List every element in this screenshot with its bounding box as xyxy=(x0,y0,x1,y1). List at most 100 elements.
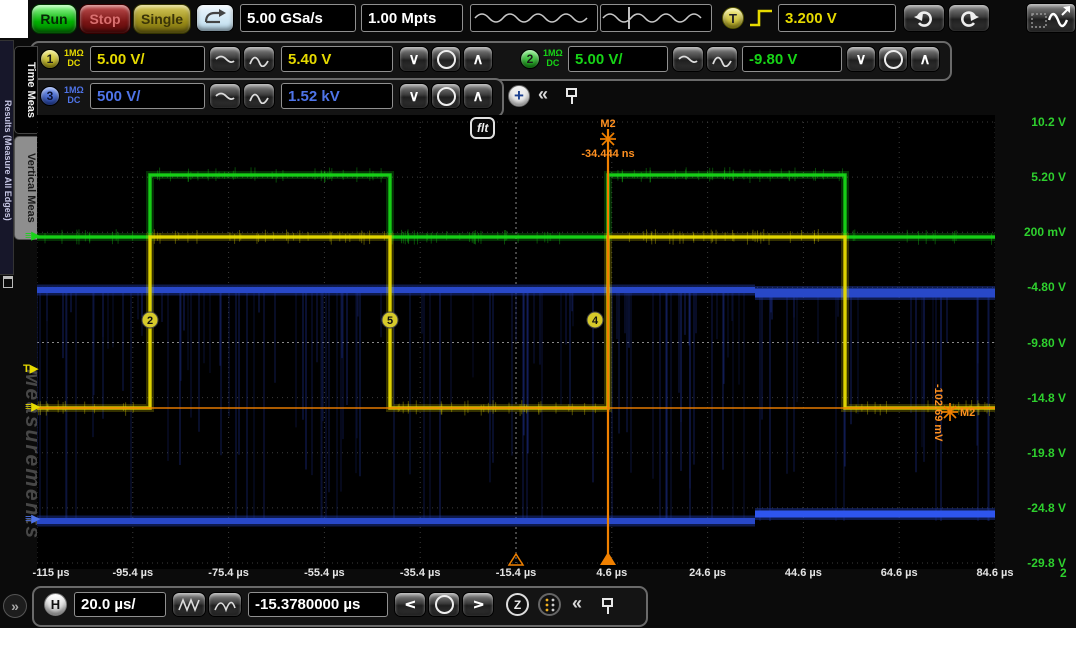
trigger-source-badge[interactable]: T xyxy=(722,7,744,29)
marker-position-triangle xyxy=(600,552,616,565)
channel-3-offset-knob-button[interactable] xyxy=(431,83,461,109)
channel-3-fine-scale-down-button[interactable] xyxy=(209,83,241,109)
edge-number-label: 4 xyxy=(592,315,599,327)
channel-2-offset-up-button[interactable]: ∧ xyxy=(910,46,940,72)
channel-1-fine-scale-up-button[interactable] xyxy=(243,46,275,72)
y-axis-label: -24.8 V xyxy=(1000,501,1066,515)
axis-channel-indicator: 2 xyxy=(1060,566,1067,580)
x-axis-label: -35.4 µs xyxy=(387,567,453,579)
filter-badge[interactable]: flt xyxy=(470,117,495,139)
pin-panel-button[interactable] xyxy=(566,88,577,97)
expand-sidebar-button[interactable]: » xyxy=(3,594,27,618)
acquisition-preview-left[interactable] xyxy=(470,4,598,32)
coupling-label: DC xyxy=(67,58,80,68)
results-strip[interactable]: Results (Measure All Edges) xyxy=(0,40,14,275)
trigger-letter: T xyxy=(23,363,30,375)
x-axis-label: 84.6 µs xyxy=(962,567,1028,579)
y-axis-label: -19.8 V xyxy=(1000,446,1066,460)
add-channel-button[interactable]: + xyxy=(508,85,530,107)
impedance-label: 1MΩ xyxy=(64,85,84,95)
x-axis-label: 44.6 µs xyxy=(770,567,836,579)
x-axis-label: -95.4 µs xyxy=(100,567,166,579)
waveform-preview-icon xyxy=(471,5,597,31)
tab-time-meas[interactable]: Time Meas xyxy=(14,46,38,134)
chevron-up-icon: ∧ xyxy=(920,52,931,67)
channel-2-badge[interactable]: 2 xyxy=(520,49,540,69)
dotted-columns-icon xyxy=(544,598,556,612)
delay-knob-button[interactable] xyxy=(428,592,460,617)
chevron-right-icon: ∨ xyxy=(470,599,485,610)
delay-right-button[interactable]: ∨ xyxy=(462,592,494,617)
channel-2-offset-down-button[interactable]: ∨ xyxy=(846,46,876,72)
stop-button[interactable]: Stop xyxy=(79,4,131,34)
y-axis-label: -14.8 V xyxy=(1000,391,1066,405)
zone-waveform-icon xyxy=(1029,5,1073,31)
impedance-label: 1MΩ xyxy=(543,48,563,58)
channel-3-offset-up-button[interactable]: ∧ xyxy=(463,83,493,109)
pin-hpanel-button[interactable] xyxy=(602,598,613,607)
channel-1-ground-marker[interactable]: ≡▶ xyxy=(25,400,40,413)
marker-label: M2 xyxy=(600,118,615,130)
channel-1-scale[interactable]: 5.00 V/ xyxy=(90,46,205,72)
chevron-up-icon: ∧ xyxy=(473,89,484,104)
navigate-button[interactable] xyxy=(538,593,561,616)
redo-button[interactable] xyxy=(948,4,990,32)
x-axis-label: 64.6 µs xyxy=(866,567,932,579)
channel-1-fine-scale-down-button[interactable] xyxy=(209,46,241,72)
channel-3-offset[interactable]: 1.52 kV xyxy=(281,83,393,109)
rising-edge-icon[interactable] xyxy=(748,7,774,34)
channel-3-fine-scale-up-button[interactable] xyxy=(243,83,275,109)
zoom-mode-button[interactable]: Z xyxy=(506,593,529,616)
channel-3-ground-marker[interactable]: ≡▶ xyxy=(25,512,40,525)
waveform-preview-icon xyxy=(601,5,711,31)
knob-circle-icon xyxy=(884,50,903,69)
sample-rate-display: 5.00 GSa/s xyxy=(240,4,356,32)
trigger-level-marker[interactable]: T▶ xyxy=(23,362,38,375)
channel-2-fine-scale-up-button[interactable] xyxy=(706,46,738,72)
undo-button[interactable] xyxy=(903,4,945,32)
channel-2-coupling[interactable]: 1MΩ DC xyxy=(543,48,563,68)
channel-1-badge[interactable]: 1 xyxy=(40,49,60,69)
collapse-panel-button[interactable]: « xyxy=(538,84,548,105)
channel-2-offset-knob-button[interactable] xyxy=(878,46,908,72)
channel-3-badge[interactable]: 3 xyxy=(40,86,60,106)
channel-3-offset-down-button[interactable]: ∨ xyxy=(399,83,429,109)
results-window-icon xyxy=(3,276,13,288)
channel-1-coupling[interactable]: 1MΩ DC xyxy=(64,48,84,68)
channel-1-offset-knob-button[interactable] xyxy=(431,46,461,72)
edge-number-label: 5 xyxy=(387,315,393,327)
channel-2-fine-scale-down-button[interactable] xyxy=(672,46,704,72)
channel-1-offset[interactable]: 5.40 V xyxy=(281,46,393,72)
channel-1-offset-down-button[interactable]: ∨ xyxy=(399,46,429,72)
waveform-graticule[interactable]: M2-34.444 nsM2-102.69 mV254 xyxy=(37,115,995,569)
channel-3-coupling[interactable]: 1MΩ DC xyxy=(64,85,84,105)
acquisition-preview-right[interactable] xyxy=(600,4,712,32)
channel-2-ground-marker[interactable]: ≡▶ xyxy=(25,229,40,242)
y-axis-label: 200 mV xyxy=(1000,225,1066,239)
undo-icon xyxy=(913,9,935,27)
run-button[interactable]: Run xyxy=(31,4,77,34)
trigger-level-display[interactable]: 3.200 V xyxy=(778,4,896,32)
channel-1-offset-up-button[interactable]: ∧ xyxy=(463,46,493,72)
x-axis-label: 24.6 µs xyxy=(675,567,741,579)
coupling-label: DC xyxy=(546,58,559,68)
touch-run-icon-button[interactable] xyxy=(196,4,234,32)
horizontal-badge[interactable]: H xyxy=(44,593,67,616)
knob-circle-icon xyxy=(435,595,454,614)
single-button[interactable]: Single xyxy=(133,4,191,34)
horizontal-delay[interactable]: -15.3780000 µs xyxy=(248,592,388,617)
chevron-down-icon: ∨ xyxy=(856,52,867,67)
y-axis-label: -4.80 V xyxy=(1000,280,1066,294)
channel-2-scale[interactable]: 5.00 V/ xyxy=(568,46,668,72)
channel-3-scale[interactable]: 500 V/ xyxy=(90,83,205,109)
tab-vertical-meas[interactable]: Vertical Meas xyxy=(14,136,38,240)
timebase-scale[interactable]: 20.0 µs/ xyxy=(74,592,166,617)
channel-2-offset[interactable]: -9.80 V xyxy=(742,46,842,72)
collapse-hpanel-button[interactable]: « xyxy=(572,593,582,614)
delay-left-button[interactable]: ∨ xyxy=(394,592,426,617)
timebase-zoom-in-button[interactable] xyxy=(172,592,206,617)
zone-touch-trigger-button[interactable] xyxy=(1026,3,1076,33)
edge-number-label: 2 xyxy=(147,315,153,327)
y-axis-label: -9.80 V xyxy=(1000,336,1066,350)
timebase-zoom-out-button[interactable] xyxy=(208,592,242,617)
